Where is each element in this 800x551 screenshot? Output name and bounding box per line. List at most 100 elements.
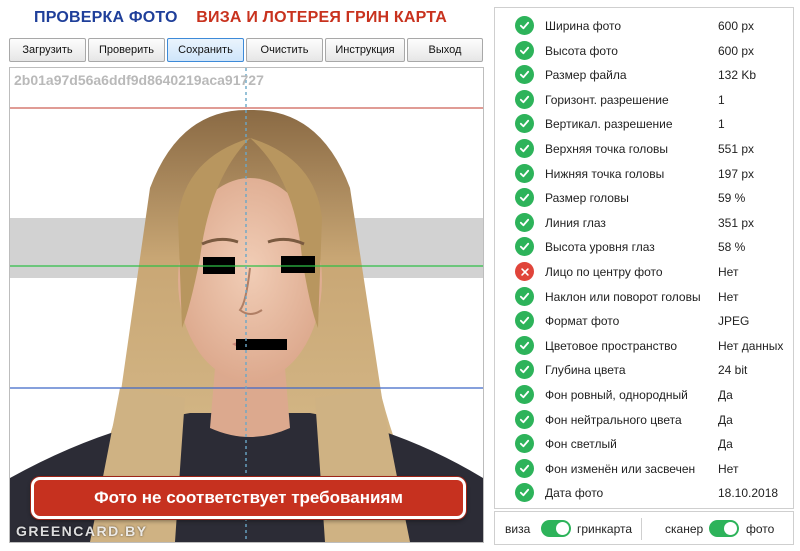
check-value: 1 [718, 117, 725, 132]
toggle-knob [556, 522, 569, 535]
check-label: Фон светлый [545, 437, 617, 452]
exit-button[interactable]: Выход [407, 38, 483, 62]
greencard-label: гринкарта [577, 522, 633, 536]
check-circle-icon [515, 16, 534, 35]
check-label: Глубина цвета [545, 363, 626, 378]
check-circle-icon [515, 163, 534, 183]
check-value: Да [718, 388, 733, 402]
check-row: Высота фото 600 px [495, 38, 793, 63]
check-value: Да [718, 412, 733, 427]
check-row: Глубина цвета 24 bit [495, 357, 793, 382]
check-value: 351 px [718, 215, 755, 230]
check-value: Нет [718, 265, 739, 279]
mode-switches: виза гринкарта сканер фото [494, 511, 794, 545]
portrait-image [10, 68, 483, 542]
check-row: Лицо по центру фото Нет [495, 259, 793, 284]
clear-button[interactable]: Очистить [246, 38, 323, 62]
photo-preview: 2b01a97d56a6ddf9d8640219aca91727 Фото не… [9, 67, 484, 543]
check-circle-icon [515, 40, 534, 60]
check-value: 1 [718, 92, 725, 107]
check-row: Фон ровный, однородный Да [495, 382, 793, 407]
check-value: 600 px [718, 19, 755, 33]
check-row: Нижняя точка головы 197 px [495, 161, 793, 186]
scanner-photo-toggle[interactable] [709, 520, 739, 537]
check-circle-icon [515, 89, 534, 109]
check-label: Нижняя точка головы [545, 166, 665, 181]
photo-label: фото [746, 522, 775, 536]
check-label: Вертикал. разрешение [545, 117, 673, 132]
status-banner: Фото не соответствует требованиям [31, 477, 466, 519]
check-value: 18.10.2018 [718, 486, 779, 501]
check-circle-icon [515, 114, 534, 134]
check-label: Фон нейтрального цвета [545, 412, 682, 427]
check-row: Высота уровня глаз 58 % [495, 234, 793, 259]
check-label: Высота фото [545, 43, 618, 58]
check-circle-icon [515, 212, 534, 232]
toggle-knob [724, 522, 737, 535]
check-circle-icon [515, 65, 534, 85]
check-label: Ширина фото [545, 19, 622, 33]
check-value: Нет [718, 461, 739, 476]
check-value: Да [718, 437, 733, 452]
check-circle-icon [515, 360, 534, 380]
check-circle-icon [515, 483, 534, 503]
check-value: JPEG [718, 314, 750, 329]
photo-hash: 2b01a97d56a6ddf9d8640219aca91727 [14, 72, 264, 88]
check-label: Высота уровня глаз [545, 240, 655, 255]
check-label: Линия глаз [545, 215, 606, 230]
check-label: Верхняя точка головы [545, 142, 669, 156]
check-row: Линия глаз 351 px [495, 210, 793, 235]
check-label: Размер файла [545, 68, 627, 83]
check-circle-icon [515, 237, 534, 257]
check-value: 197 px [718, 166, 755, 181]
check-value: 551 px [718, 142, 755, 156]
switch-divider [641, 518, 642, 540]
save-button[interactable]: Сохранить [167, 38, 244, 62]
check-value: 132 Kb [718, 68, 757, 83]
check-row: Цветовое пространство Нет данных [495, 333, 793, 358]
check-results-panel: Ширина фото 600 px Высота фото 600 px Ра… [494, 7, 794, 509]
load-button[interactable]: Загрузить [9, 38, 86, 62]
title-visa-lottery: ВИЗА И ЛОТЕРЕЯ ГРИН КАРТА [196, 9, 448, 26]
scanner-label: сканер [665, 522, 704, 536]
check-value: Нет [718, 289, 739, 304]
check-label: Фон изменён или засвечен [545, 461, 696, 476]
check-row: Вертикал. разрешение 1 [495, 111, 793, 136]
check-circle-icon [515, 434, 534, 454]
check-label: Размер головы [545, 191, 629, 206]
visa-label: виза [505, 522, 531, 536]
x-circle-icon [515, 262, 534, 281]
title-photo-check: ПРОВЕРКА ФОТО [34, 9, 178, 26]
check-label: Наклон или поворот головы [545, 289, 701, 304]
visa-greencard-toggle[interactable] [541, 520, 571, 537]
check-label: Горизонт. разрешение [545, 92, 669, 107]
check-row: Горизонт. разрешение 1 [495, 87, 793, 112]
app-title: ПРОВЕРКА ФОТО ВИЗА И ЛОТЕРЕЯ ГРИН КАРТА [34, 9, 447, 27]
check-value: 24 bit [718, 363, 748, 378]
check-label: Формат фото [545, 314, 620, 329]
check-label: Цветовое пространство [545, 338, 678, 353]
check-label: Фон ровный, однородный [545, 388, 688, 402]
check-value: 58 % [718, 240, 746, 255]
check-row: Наклон или поворот головы Нет [495, 284, 793, 309]
check-circle-icon [515, 409, 534, 429]
check-circle-icon [515, 335, 534, 355]
check-button[interactable]: Проверить [88, 38, 165, 62]
check-row: Ширина фото 600 px [495, 13, 793, 38]
instruction-button[interactable]: Инструкция [325, 38, 405, 62]
check-circle-icon [515, 188, 534, 208]
check-row: Дата фото 18.10.2018 [495, 480, 793, 505]
check-value: 600 px [718, 43, 755, 58]
check-row: Верхняя точка головы 551 px [495, 136, 793, 161]
check-row: Фон изменён или засвечен Нет [495, 456, 793, 481]
check-circle-icon [515, 385, 534, 404]
check-circle-icon [515, 139, 534, 158]
check-label: Лицо по центру фото [545, 265, 663, 279]
check-row: Размер головы 59 % [495, 185, 793, 210]
check-row: Формат фото JPEG [495, 308, 793, 333]
check-row: Фон светлый Да [495, 431, 793, 456]
site-watermark: GREENCARD.BY [16, 523, 148, 539]
check-circle-icon [515, 458, 534, 478]
check-value: 59 % [718, 191, 746, 206]
check-label: Дата фото [545, 486, 604, 501]
